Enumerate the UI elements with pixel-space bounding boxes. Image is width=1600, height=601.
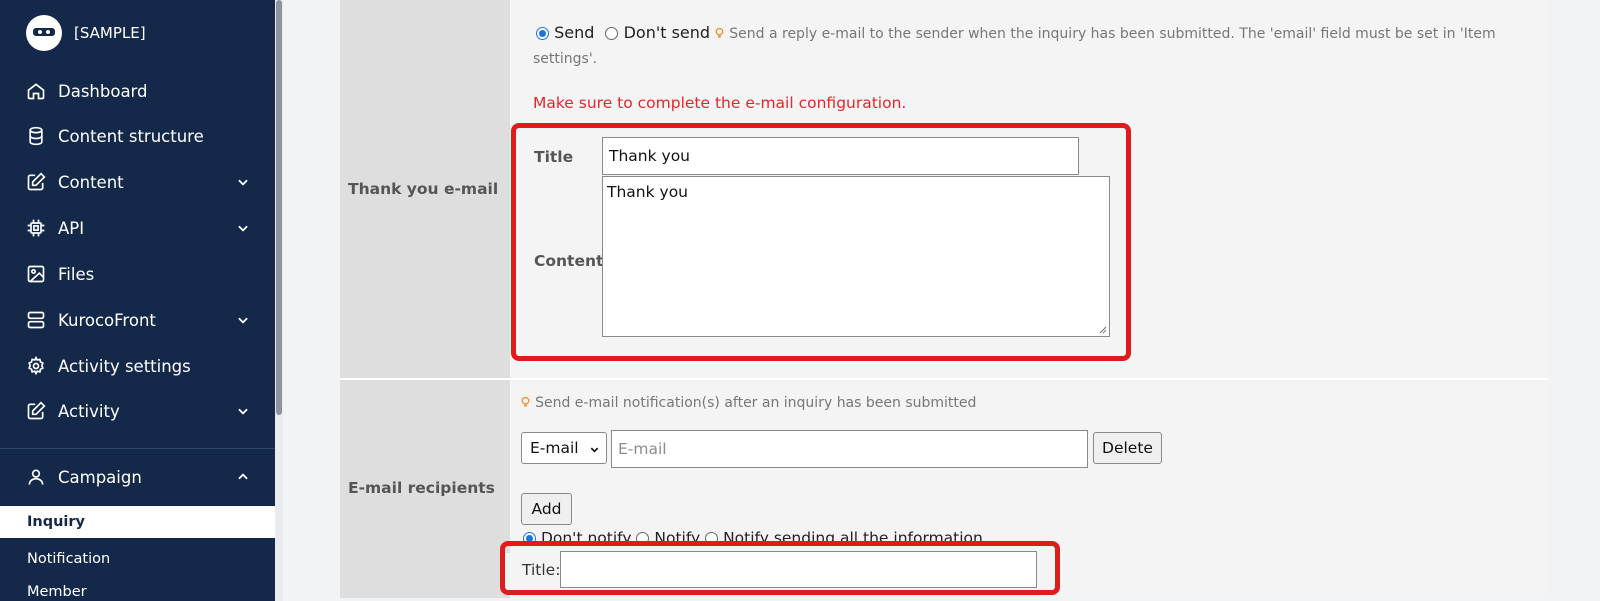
chevron-down-icon [238, 225, 248, 232]
sidebar-item-label: Content structure [58, 126, 204, 146]
title-field-label: Title [534, 148, 574, 166]
sidebar-item-content[interactable]: Content [26, 167, 250, 197]
content-textarea[interactable]: Thank you [602, 176, 1110, 337]
recipient-type-select[interactable]: E-mail [521, 432, 607, 464]
sidebar-divider [0, 448, 275, 449]
cpu-icon [27, 219, 45, 237]
thank-you-hint: Send a reply e-mail to the sender when t… [729, 26, 1496, 42]
sidebar-item-files[interactable]: Files [26, 259, 250, 289]
dont-send-label: Don't send [623, 23, 711, 42]
lightbulb-icon [715, 27, 724, 38]
sidebar-item-activity[interactable]: Activity [26, 396, 250, 426]
sidebar-item-label: Activity settings [58, 356, 191, 376]
thank-you-hint-cont: settings'. [533, 51, 598, 67]
sidebar-scrollbar-thumb[interactable] [276, 0, 282, 415]
notify-title-label: Title: [522, 561, 561, 579]
lightbulb-icon [521, 396, 530, 407]
send-option-group: Send Don't send Send a reply e-mail to t… [536, 23, 1496, 42]
chevron-down-icon [238, 179, 248, 186]
title-input[interactable]: Thank you [602, 137, 1079, 175]
image-icon [27, 265, 45, 283]
recipients-row-label: E-mail recipients [348, 479, 495, 497]
resize-grip-icon[interactable] [1097, 324, 1107, 334]
edit-icon [27, 172, 46, 191]
recipient-type-value: E-mail [530, 439, 579, 457]
sidebar-item-label: Dashboard [58, 81, 148, 101]
submenu-item-inquiry[interactable]: Inquiry [0, 506, 275, 538]
server-icon [27, 311, 45, 329]
config-warning: Make sure to complete the e-mail configu… [533, 94, 907, 112]
edit-icon [27, 401, 46, 420]
sidebar-item-kurocofront[interactable]: KurocoFront [26, 305, 250, 335]
sidebar-item-label: API [58, 218, 85, 238]
recipients-hint: Send e-mail notification(s) after an inq… [535, 395, 977, 411]
user-icon [28, 469, 44, 485]
sidebar-item-label: KurocoFront [58, 310, 156, 330]
gear-icon [28, 356, 44, 376]
home-icon [27, 83, 45, 100]
sidebar-item-activity-settings[interactable]: Activity settings [26, 351, 250, 381]
brand-logo-icon [26, 15, 62, 51]
sidebar-item-label: Files [58, 264, 95, 284]
sidebar: [SAMPLE] Dashboard Content structure Con… [0, 0, 275, 601]
sidebar-item-label: Activity [58, 401, 120, 421]
sidebar-item-content-structure[interactable]: Content structure [26, 121, 250, 151]
submenu-item-member[interactable]: Member [27, 584, 87, 600]
submenu-item-notification[interactable]: Notification [27, 551, 110, 567]
recipient-email-placeholder: E-mail [618, 440, 667, 458]
send-label: Send [554, 23, 595, 42]
send-radio[interactable] [536, 27, 549, 40]
recipient-email-input[interactable]: E-mail [611, 430, 1088, 468]
add-button[interactable]: Add [521, 493, 572, 525]
sidebar-item-api[interactable]: API [26, 213, 250, 243]
database-icon [29, 126, 43, 146]
brand-name: [SAMPLE] [74, 24, 146, 42]
dont-send-radio[interactable] [605, 27, 619, 40]
chevron-down-icon [590, 447, 599, 453]
sidebar-item-dashboard[interactable]: Dashboard [26, 76, 250, 106]
thank-you-row-label: Thank you e-mail [348, 180, 499, 198]
chevron-down-icon [238, 408, 248, 415]
chevron-up-icon [238, 473, 248, 480]
brand[interactable]: [SAMPLE] [26, 14, 146, 52]
sidebar-item-campaign[interactable]: Campaign [26, 462, 250, 492]
notify-title-input[interactable] [560, 551, 1037, 588]
sidebar-item-label: Content [58, 172, 124, 192]
recipients-hint-group: Send e-mail notification(s) after an inq… [521, 392, 976, 411]
chevron-down-icon [238, 317, 248, 324]
content-textarea-value: Thank you [607, 183, 688, 201]
content-field-label: Content [534, 252, 604, 270]
sidebar-item-label: Campaign [58, 467, 142, 487]
delete-button[interactable]: Delete [1093, 432, 1162, 464]
